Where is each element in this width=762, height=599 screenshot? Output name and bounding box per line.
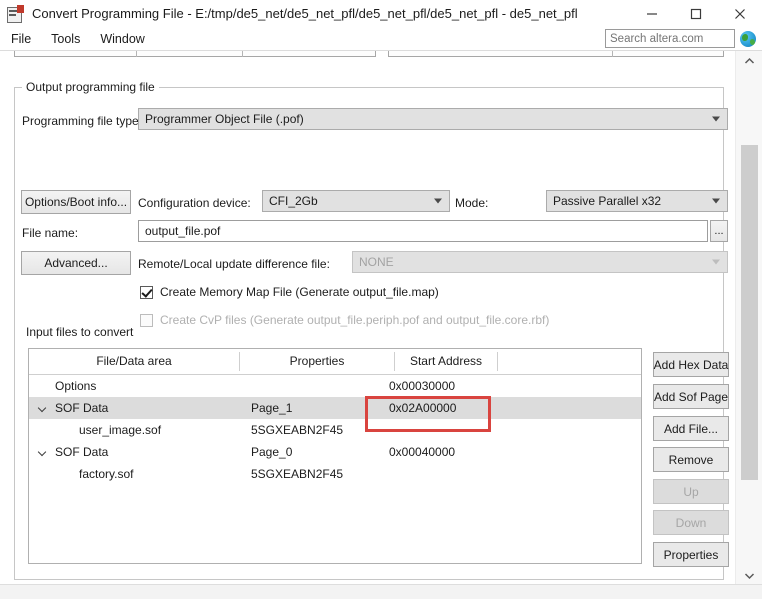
table-row[interactable]: Options 0x00030000 — [29, 375, 641, 397]
remote-local-update-value: NONE — [359, 255, 394, 269]
add-sof-page-button[interactable]: Add Sof Page — [653, 384, 729, 409]
cell-properties: Page_1 — [251, 401, 293, 415]
configuration-device-label: Configuration device: — [138, 196, 251, 210]
vertical-scrollbar[interactable] — [735, 51, 762, 585]
input-files-group-title: Input files to convert — [22, 325, 138, 339]
search-input[interactable] — [605, 29, 735, 48]
options-boot-info-button[interactable]: Options/Boot info... — [21, 190, 131, 214]
minimize-button[interactable] — [630, 0, 674, 27]
status-strip — [0, 584, 762, 599]
cell-start-address: 0x00030000 — [389, 379, 456, 393]
mode-value: Passive Parallel x32 — [553, 194, 662, 208]
create-cvp-files-label: Create CvP files (Generate output_file.p… — [160, 313, 550, 327]
cell-file-data-area: user_image.sof — [79, 423, 162, 437]
menu-tools[interactable]: Tools — [42, 29, 89, 49]
menu-file[interactable]: File — [2, 29, 40, 49]
create-memory-map-file-label: Create Memory Map File (Generate output_… — [160, 285, 439, 299]
chevron-down-icon[interactable] — [736, 565, 762, 585]
column-header-properties[interactable]: Properties — [240, 349, 394, 374]
table-row[interactable]: SOF Data Page_1 0x02A00000 — [29, 397, 641, 419]
configuration-device-combo[interactable]: CFI_2Gb — [262, 190, 450, 212]
remove-button[interactable]: Remove — [653, 447, 729, 472]
menu-window[interactable]: Window — [91, 29, 153, 49]
window-controls — [630, 0, 762, 27]
table-header-row: File/Data area Properties Start Address — [29, 349, 641, 375]
dialog-content: Output programming file Programming file… — [0, 51, 735, 585]
chevron-down-icon — [712, 116, 720, 122]
column-header-start-address[interactable]: Start Address — [395, 349, 497, 374]
cell-file-data-area: SOF Data — [55, 445, 109, 459]
menu-bar: File Tools Window — [0, 27, 762, 51]
input-files-table[interactable]: File/Data area Properties Start Address … — [28, 348, 642, 564]
clipped-field-left — [14, 51, 376, 57]
search-area — [605, 29, 756, 48]
title-bar: Convert Programming File - E:/tmp/de5_ne… — [0, 0, 762, 27]
cell-file-data-area: factory.sof — [79, 467, 134, 481]
chevron-down-icon[interactable] — [39, 449, 46, 456]
up-button[interactable]: Up — [653, 479, 729, 504]
create-memory-map-file-checkbox-row[interactable]: Create Memory Map File (Generate output_… — [140, 285, 439, 299]
chevron-down-icon — [434, 198, 442, 204]
programming-file-type-label: Programming file type: — [22, 114, 143, 128]
globe-icon[interactable] — [740, 30, 756, 47]
add-file-button[interactable]: Add File... — [653, 416, 729, 441]
create-cvp-files-checkbox — [140, 313, 153, 327]
chevron-down-icon[interactable] — [39, 405, 46, 412]
cell-file-data-area: Options — [55, 379, 97, 393]
cell-properties: 5SGXEABN2F45 — [251, 423, 344, 437]
chevron-up-icon[interactable] — [736, 51, 762, 71]
properties-button[interactable]: Properties — [653, 542, 729, 567]
column-header-file-data-area[interactable]: File/Data area — [29, 349, 239, 374]
table-row[interactable]: SOF Data Page_0 0x00040000 — [29, 441, 641, 463]
cell-start-address: 0x02A00000 — [389, 401, 457, 415]
programming-file-type-value: Programmer Object File (.pof) — [145, 112, 304, 126]
create-memory-map-file-checkbox[interactable] — [140, 285, 153, 299]
cell-properties: 5SGXEABN2F45 — [251, 467, 344, 481]
file-name-label: File name: — [22, 226, 79, 240]
mode-combo[interactable]: Passive Parallel x32 — [546, 190, 728, 212]
chevron-down-icon — [712, 198, 720, 204]
add-hex-data-button[interactable]: Add Hex Data — [653, 352, 729, 377]
table-row[interactable]: factory.sof 5SGXEABN2F45 — [29, 463, 641, 485]
mode-label: Mode: — [455, 196, 489, 210]
output-programming-file-group-title: Output programming file — [22, 80, 159, 94]
table-row[interactable]: user_image.sof 5SGXEABN2F45 — [29, 419, 641, 441]
remote-local-update-label: Remote/Local update difference file: — [138, 257, 330, 271]
remote-local-update-combo[interactable]: NONE — [352, 251, 728, 273]
cell-file-data-area: SOF Data — [55, 401, 109, 415]
advanced-button[interactable]: Advanced... — [21, 251, 131, 275]
window-title: Convert Programming File - E:/tmp/de5_ne… — [32, 6, 578, 21]
programming-file-type-combo[interactable]: Programmer Object File (.pof) — [138, 108, 728, 130]
configuration-device-value: CFI_2Gb — [269, 194, 318, 208]
maximize-button[interactable] — [674, 0, 718, 27]
convert-programming-file-icon — [6, 4, 24, 23]
cell-properties: Page_0 — [251, 445, 293, 459]
cell-start-address: 0x00040000 — [389, 445, 456, 459]
file-name-browse-button[interactable]: ... — [710, 220, 728, 242]
chevron-down-icon — [712, 259, 720, 265]
close-button[interactable] — [718, 0, 762, 27]
file-name-input[interactable]: output_file.pof — [138, 220, 708, 242]
create-cvp-files-checkbox-row: Create CvP files (Generate output_file.p… — [140, 313, 549, 327]
clipped-field-right — [388, 51, 724, 57]
scrollbar-thumb[interactable] — [741, 145, 758, 480]
down-button[interactable]: Down — [653, 510, 729, 535]
clipped-top-widgets — [14, 51, 724, 57]
